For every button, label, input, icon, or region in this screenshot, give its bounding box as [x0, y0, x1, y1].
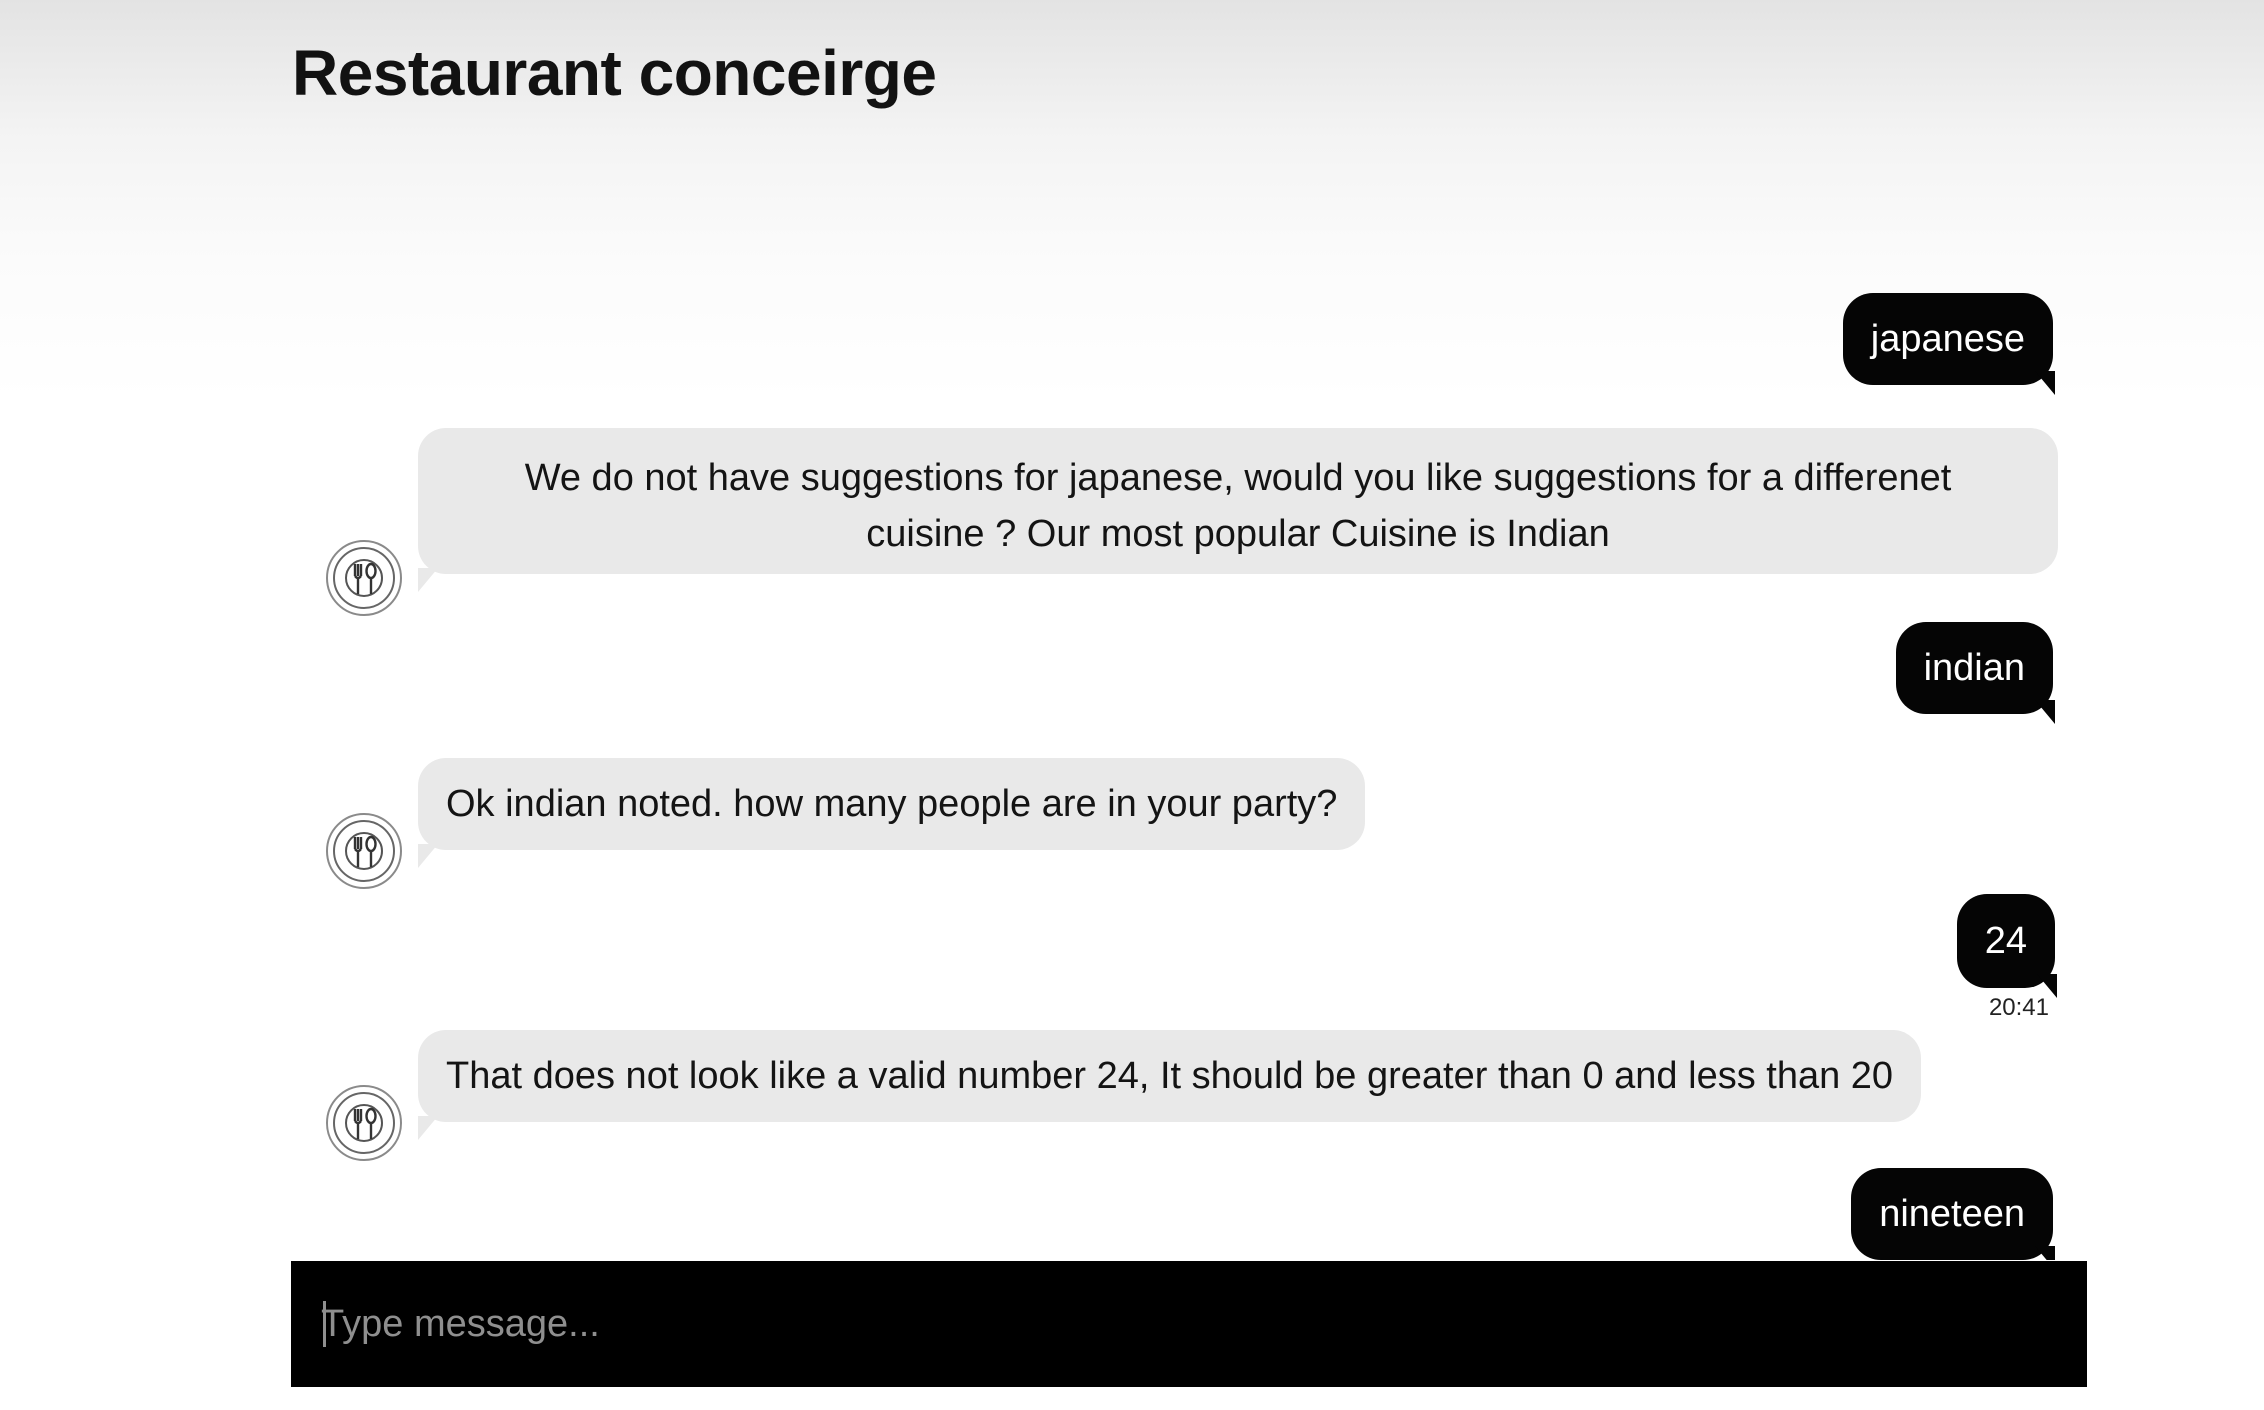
message-input[interactable] — [321, 1283, 2061, 1365]
user-message-bubble: japanese — [1842, 293, 2053, 385]
bot-message-bubble: We do not have suggestions for japanese,… — [418, 428, 2058, 574]
text-cursor — [323, 1301, 326, 1347]
restaurant-plate-cutlery-icon — [333, 547, 395, 609]
user-message: 24 20:41 — [292, 894, 2087, 1024]
bot-avatar — [326, 813, 402, 889]
bot-message-bubble: Ok indian noted. how many people are in … — [418, 758, 1366, 850]
user-message: nineteen — [292, 1168, 2087, 1260]
user-message-bubble: indian — [1895, 622, 2053, 714]
bot-avatar — [326, 540, 402, 616]
bot-message: We do not have suggestions for japanese,… — [292, 428, 2087, 618]
bot-message-bubble: That does not look like a valid number 2… — [418, 1030, 1922, 1122]
bot-message: That does not look like a valid number 2… — [292, 1030, 2087, 1170]
user-message-bubble: nineteen — [1851, 1168, 2053, 1260]
user-message: indian — [292, 622, 2087, 732]
chat-conversation[interactable]: japanese We do not have suggestions for … — [292, 250, 2087, 1260]
bot-message: Ok indian noted. how many people are in … — [292, 758, 2087, 898]
message-composer — [291, 1261, 2087, 1387]
user-message: japanese — [292, 293, 2087, 403]
message-timestamp: 20:41 — [1988, 994, 2049, 1021]
bot-avatar — [326, 1085, 402, 1161]
restaurant-plate-cutlery-icon — [333, 820, 395, 882]
user-message-bubble: 24 — [1956, 894, 2055, 988]
restaurant-plate-cutlery-icon — [333, 1092, 395, 1154]
page-title: Restaurant conceirge — [292, 37, 937, 109]
